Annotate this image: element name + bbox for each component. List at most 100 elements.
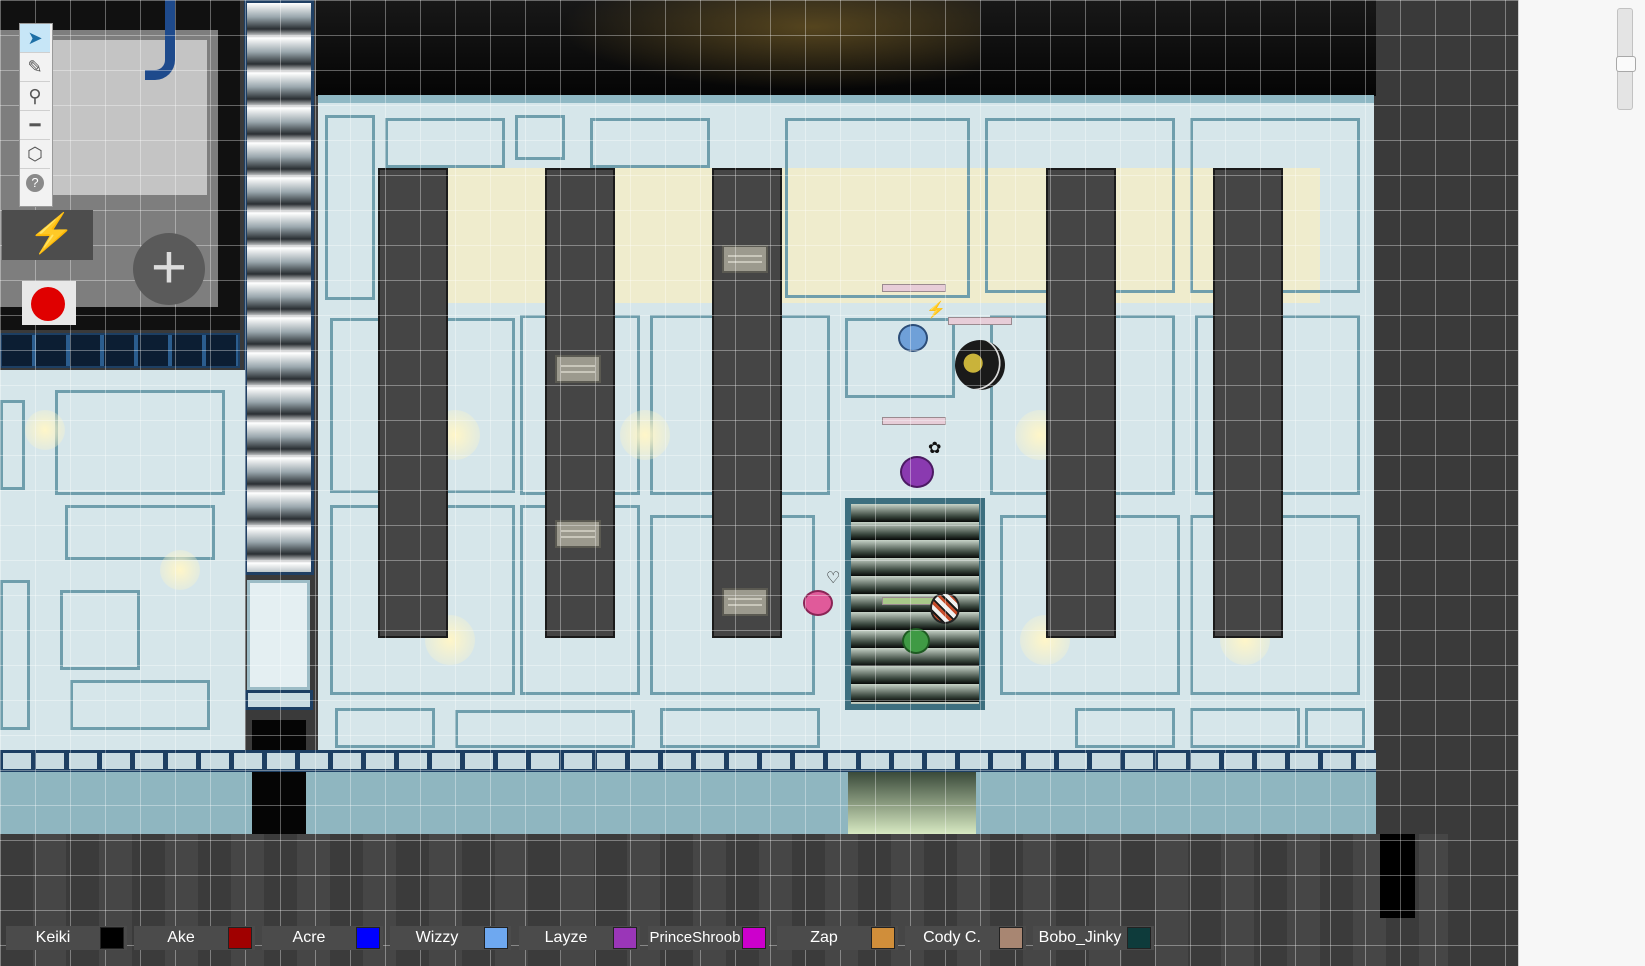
blue-creature-token[interactable]	[898, 324, 928, 352]
floor-panel	[0, 580, 30, 730]
player-chip[interactable]: Cody C.	[905, 926, 1026, 950]
player-chip[interactable]: Wizzy	[390, 926, 511, 950]
player-name: Ake	[167, 929, 195, 946]
player-color-swatch	[228, 927, 252, 949]
bottom-rail	[0, 750, 1380, 772]
corner-black	[1380, 834, 1415, 918]
player-name: Acre	[292, 929, 326, 946]
upper-left-room-panel	[52, 40, 207, 195]
bottom-stair-glow	[848, 772, 976, 834]
player-color-swatch	[999, 927, 1023, 949]
token-hp-bar	[882, 417, 946, 425]
player-chip[interactable]: Layze	[519, 926, 640, 950]
player-color-swatch	[1127, 927, 1151, 949]
floor-panel	[385, 118, 505, 168]
floor-panel	[1305, 708, 1365, 748]
floor-panel	[1190, 708, 1300, 748]
crate	[555, 520, 601, 548]
player-chip[interactable]: PrinceShroob	[648, 926, 769, 950]
zoom-tool-button[interactable]: ⚲	[20, 82, 50, 111]
tool-palette: ➤ ✎ ⚲ ━ ⬡ ?	[19, 23, 53, 207]
lightning-bolt-icon: ⚡	[28, 213, 76, 255]
add-button[interactable]: +	[133, 233, 205, 305]
token-hp-bar	[948, 317, 1012, 325]
doorway-frame	[245, 690, 313, 710]
player-color-swatch	[613, 927, 637, 949]
select-tool-button[interactable]: ➤	[20, 24, 50, 53]
floor-panel	[785, 118, 970, 298]
leaf-status-icon: ✿	[928, 440, 942, 457]
floor-light	[160, 550, 200, 590]
pillar	[712, 168, 782, 638]
record-dot-icon	[31, 287, 65, 321]
token-hp-bar	[882, 597, 934, 605]
floor-light	[620, 410, 670, 460]
floor-panel	[335, 708, 435, 748]
question-icon: ?	[26, 174, 44, 192]
green-creature-token[interactable]	[902, 628, 930, 654]
lightning-status-icon: ⚡	[926, 302, 946, 319]
player-color-swatch	[100, 927, 124, 949]
purple-creature-token[interactable]	[900, 456, 934, 488]
ladder-strip	[244, 0, 314, 575]
floor-panel	[1075, 708, 1175, 748]
draw-tool-button[interactable]: ✎	[20, 53, 50, 82]
token-hp-bar	[882, 284, 946, 292]
floor-panel	[55, 390, 225, 495]
dice-icon: ⬡	[27, 143, 43, 164]
player-name: Layze	[544, 929, 588, 946]
zoom-slider[interactable]	[1616, 8, 1636, 110]
blue-pipe	[145, 0, 175, 80]
macro-button[interactable]: ⚡	[2, 210, 93, 260]
player-chip[interactable]: Keiki	[6, 926, 127, 950]
striped-creature-token[interactable]	[930, 592, 960, 624]
left-rail-top	[0, 333, 240, 368]
bottom-floor	[0, 772, 1376, 834]
crate	[722, 588, 768, 616]
ladder-doorway	[247, 580, 310, 690]
pillar	[545, 168, 615, 638]
floor-panel	[515, 115, 565, 160]
arrow-cursor-icon: ➤	[27, 27, 43, 48]
floor-panel	[455, 710, 635, 748]
player-list: Keiki Ake Acre Wizzy Layze PrinceShroob Zap Cod…	[0, 926, 1230, 956]
ruler-icon: ━	[29, 114, 41, 135]
player-name: Cody C.	[923, 929, 981, 946]
player-name: Bobo_Jinky	[1038, 929, 1122, 946]
player-chip[interactable]: Ake	[134, 926, 255, 950]
floor-panel	[660, 708, 820, 748]
floor-panel	[70, 680, 210, 730]
floor-light	[25, 410, 65, 450]
player-color-swatch	[356, 927, 380, 949]
zoom-slider-handle[interactable]	[1616, 56, 1636, 73]
pink-creature-token[interactable]	[803, 590, 833, 616]
right-void	[1376, 0, 1448, 834]
pillar	[378, 168, 448, 638]
player-chip[interactable]: Bobo_Jinky	[1033, 926, 1154, 950]
right-sidebar	[1518, 0, 1645, 966]
player-chip[interactable]: Acre	[262, 926, 383, 950]
floor-panel	[60, 590, 140, 670]
floor-panel	[0, 400, 25, 490]
player-color-swatch	[742, 927, 766, 949]
record-button[interactable]	[22, 281, 76, 325]
broken-heart-status-icon: ♡	[826, 570, 841, 587]
map-light-glow	[560, 0, 980, 90]
crate	[555, 355, 601, 383]
measure-tool-button[interactable]: ━	[20, 111, 50, 140]
floor-panel	[590, 118, 710, 168]
game-map-canvas[interactable]: ⚡ ✿ ♡ ➤ ✎ ⚲ ━ ⬡ ? ⚡ + Keiki Ake Acre Wizzy L…	[0, 0, 1518, 966]
player-name: Wizzy	[415, 929, 459, 946]
floor-panel	[325, 115, 375, 300]
pillar	[1046, 168, 1116, 638]
player-name: Zap	[810, 929, 838, 946]
dice-tool-button[interactable]: ⬡	[20, 140, 50, 169]
crate	[722, 245, 768, 273]
player-color-swatch	[871, 927, 895, 949]
brush-icon: ✎	[27, 56, 43, 77]
help-tool-button[interactable]: ?	[20, 169, 50, 197]
dark-doorway	[252, 772, 306, 834]
floor-panel	[65, 505, 215, 560]
pillar	[1213, 168, 1283, 638]
player-chip[interactable]: Zap	[777, 926, 898, 950]
